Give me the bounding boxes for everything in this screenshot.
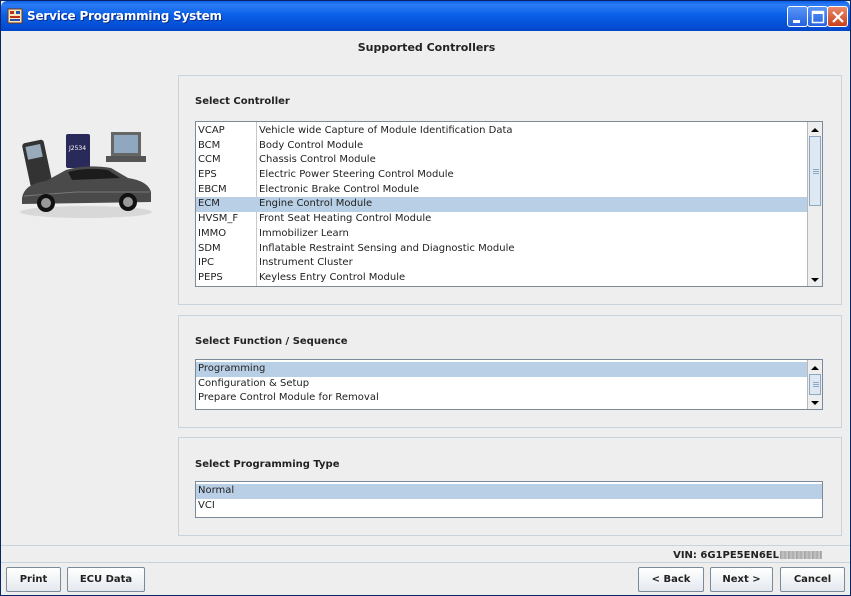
controller-code: EBCM: [198, 183, 227, 195]
list-item[interactable]: IMMO Immobilizer Learn: [196, 227, 807, 242]
list-item-label: Programming: [198, 363, 266, 374]
main-window: Service Programming System Supported Con…: [0, 0, 851, 596]
divider: [1, 545, 850, 546]
minimize-icon: [793, 20, 800, 23]
controller-rows: VCAP Vehicle wide Capture of Module Ident…: [196, 124, 807, 286]
list-item[interactable]: IPC Instrument Cluster: [196, 256, 807, 271]
arrow-down-icon: [811, 278, 819, 282]
close-icon: [832, 11, 844, 23]
controller-name: Body Control Module: [259, 139, 364, 151]
back-button[interactable]: < Back: [638, 567, 704, 592]
next-button[interactable]: Next >: [710, 567, 773, 592]
cancel-button[interactable]: Cancel: [780, 567, 845, 592]
type-group-label: Select Programming Type: [195, 459, 340, 470]
list-item[interactable]: VCAP Vehicle wide Capture of Module Ident…: [196, 124, 807, 139]
list-item[interactable]: Programming: [196, 362, 807, 377]
vehicle-tools-image: J2534: [20, 132, 152, 218]
controller-name: Immobilizer Learn: [259, 227, 349, 239]
function-rows: Programming Configuration & Setup Prepare …: [196, 362, 807, 406]
list-item[interactable]: BCM Body Control Module: [196, 139, 807, 154]
list-item-label: Configuration & Setup: [198, 377, 310, 389]
page-heading: Supported Controllers: [357, 41, 496, 54]
controller-list-scrollbar[interactable]: [807, 122, 822, 286]
list-item[interactable]: VCI: [196, 499, 822, 514]
controller-group: Select Controller VCAP Vehicle wide Captu…: [178, 75, 842, 305]
list-item[interactable]: Normal: [196, 484, 822, 499]
list-item[interactable]: Prepare Control Module for Removal: [196, 391, 807, 406]
function-list[interactable]: Programming Configuration & Setup Prepare …: [195, 359, 823, 410]
list-item[interactable]: EBCM Electronic Brake Control Module: [196, 183, 807, 198]
ecu-data-button[interactable]: ECU Data: [67, 567, 145, 592]
function-group-label: Select Function / Sequence: [195, 336, 348, 347]
controller-code: IPC: [198, 257, 214, 269]
list-item[interactable]: ECM Engine Control Module: [196, 197, 807, 213]
minimize-button[interactable]: [787, 6, 808, 27]
controller-name: Electronic Brake Control Module: [259, 183, 420, 195]
vin-redacted: [780, 551, 822, 559]
type-list[interactable]: Normal VCI: [195, 481, 823, 518]
vin-value: 6G1PE5EN6EL: [700, 550, 779, 561]
maximize-button[interactable]: [807, 6, 828, 27]
arrow-up-icon: [811, 366, 819, 370]
maximize-icon: [811, 10, 825, 24]
scroll-thumb[interactable]: [809, 136, 821, 206]
list-item[interactable]: Configuration & Setup: [196, 377, 807, 392]
list-item[interactable]: SDM Inflatable Restraint Sensing and Diag…: [196, 242, 807, 257]
controller-list[interactable]: VCAP Vehicle wide Capture of Module Ident…: [195, 121, 823, 287]
list-item[interactable]: EPS Electric Power Steering Control Modul…: [196, 168, 807, 183]
title-bar[interactable]: Service Programming System: [1, 1, 850, 31]
controller-code: HVSM_F: [198, 213, 239, 225]
list-item-label: Prepare Control Module for Removal: [198, 392, 379, 404]
controller-name: Electric Power Steering Control Module: [259, 169, 454, 181]
controller-name: Chassis Control Module: [259, 154, 376, 166]
divider: [1, 562, 850, 563]
controller-group-label: Select Controller: [195, 96, 290, 107]
controller-code: VCAP: [198, 125, 225, 136]
scroll-thumb[interactable]: [809, 374, 821, 395]
type-rows: Normal VCI: [196, 484, 822, 513]
controller-code: PEPS: [198, 271, 223, 283]
vin-display: VIN: 6G1PE5EN6EL: [673, 550, 822, 561]
list-item-label: VCI: [198, 499, 215, 511]
arrow-down-icon: [811, 401, 819, 405]
controller-code: ECM: [198, 198, 220, 210]
controller-code: IMMO: [198, 227, 227, 239]
controller-code: CCM: [198, 154, 221, 166]
list-item[interactable]: HVSM_F Front Seat Heating Control Module: [196, 212, 807, 227]
type-group: Select Programming Type Normal VCI: [178, 437, 842, 536]
device-label: J2534: [68, 145, 86, 152]
arrow-up-icon: [811, 128, 819, 132]
close-button[interactable]: [827, 6, 848, 27]
print-button[interactable]: Print: [6, 567, 61, 592]
scroll-down-button[interactable]: [808, 395, 822, 409]
controller-name: Front Seat Heating Control Module: [259, 213, 432, 225]
list-item-label: Normal: [198, 485, 235, 496]
controller-name: Keyless Entry Control Module: [259, 271, 406, 283]
app-icon: [7, 8, 23, 24]
controller-code: EPS: [198, 169, 217, 181]
list-item[interactable]: PEPS Keyless Entry Control Module: [196, 271, 807, 286]
vin-label: VIN:: [673, 550, 697, 561]
controller-name: Engine Control Module: [259, 198, 373, 210]
list-item[interactable]: CCM Chassis Control Module: [196, 153, 807, 168]
scroll-up-button[interactable]: [808, 360, 822, 374]
scroll-down-button[interactable]: [808, 272, 822, 286]
function-list-scrollbar[interactable]: [807, 360, 822, 409]
window-title: Service Programming System: [27, 9, 222, 23]
scroll-up-button[interactable]: [808, 122, 822, 136]
controller-name: Vehicle wide Capture of Module Identific…: [259, 125, 513, 136]
controller-code: BCM: [198, 139, 221, 151]
controller-name: Inflatable Restraint Sensing and Diagnos…: [259, 242, 515, 254]
controller-name: Instrument Cluster: [259, 257, 353, 269]
controller-code: SDM: [198, 242, 221, 254]
function-group: Select Function / Sequence Programming Co…: [178, 315, 842, 428]
